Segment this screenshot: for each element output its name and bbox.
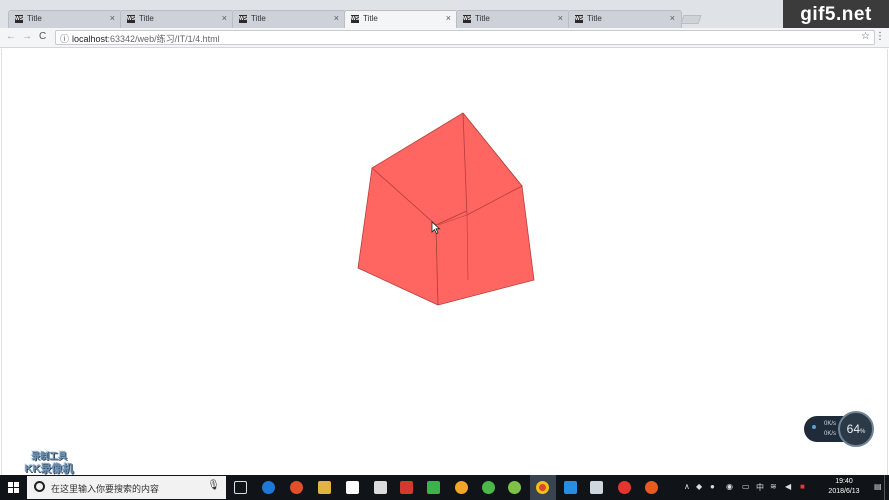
clock-date: 2018/6/13 <box>828 488 860 495</box>
close-icon[interactable]: × <box>222 13 227 23</box>
notification-icon[interactable]: ▤ <box>874 482 882 491</box>
microphone-icon[interactable]: 🎙 <box>207 480 220 491</box>
taskbar-search[interactable]: 在这里输入你要搜索的内容 🎙 <box>27 476 226 499</box>
forward-icon[interactable]: → <box>22 31 32 42</box>
tab-title: Title <box>475 14 490 23</box>
close-icon[interactable]: × <box>110 13 115 23</box>
screen: WS Title × WS Title × WS Title × WS Titl… <box>0 0 889 500</box>
new-tab-button[interactable] <box>680 15 702 24</box>
wechat-icon[interactable] <box>508 481 521 494</box>
network-icon[interactable]: ≋ <box>770 482 777 491</box>
tab-2[interactable]: WS Title × <box>120 10 234 28</box>
back-icon[interactable]: ← <box>6 31 16 42</box>
mail-icon[interactable] <box>374 481 387 494</box>
tab-1[interactable]: WS Title × <box>8 10 122 28</box>
tray-app-icon[interactable]: ◉ <box>726 482 733 491</box>
url-host: localhost <box>72 34 108 44</box>
taskbar: 在这里输入你要搜索的内容 🎙 ∧ ◆ ● ◉ ▭ 中 ≋ ◀ ■ 19:40 2… <box>0 475 889 500</box>
cortana-icon <box>34 481 45 492</box>
tab-title: Title <box>139 14 154 23</box>
webstorm-favicon-icon: WS <box>239 15 248 23</box>
chrome-icon[interactable] <box>536 481 549 494</box>
usage-percent: 64 <box>846 422 860 436</box>
cube-faces <box>357 112 535 306</box>
app-red-icon[interactable] <box>400 481 413 494</box>
usage-percent-unit: % <box>860 429 866 435</box>
watermark: gif5.net <box>783 0 889 30</box>
close-icon[interactable]: × <box>558 13 563 23</box>
recorder-stamp: 录制工具 KK录像机 <box>16 450 82 476</box>
address-bar[interactable]: ⓘ localhost:63342/web/练习/IT/1/4.html ☆ <box>55 30 875 45</box>
store-icon[interactable] <box>346 481 359 494</box>
webstorm-favicon-icon: WS <box>127 15 136 23</box>
browser-toolbar: ← → C ⓘ localhost:63342/web/练习/IT/1/4.ht… <box>0 28 889 48</box>
recorder-stamp-line1: 录制工具 <box>30 451 67 461</box>
webstorm-favicon-icon: WS <box>351 15 360 23</box>
search-placeholder: 在这里输入你要搜索的内容 <box>51 484 160 494</box>
app-orange-icon[interactable] <box>455 481 468 494</box>
app-recorder-icon[interactable] <box>645 481 658 494</box>
upload-speed: 0K/s <box>824 421 837 427</box>
download-speed: 0K/s <box>824 431 837 437</box>
url-text[interactable]: localhost:63342/web/练习/IT/1/4.html <box>72 32 220 45</box>
volume-icon[interactable]: ◀ <box>785 482 791 491</box>
rotating-cube <box>357 112 535 306</box>
windows-logo-icon <box>8 482 19 493</box>
edge-icon[interactable] <box>262 481 275 494</box>
tab-3[interactable]: WS Title × <box>232 10 346 28</box>
tray-app-icon[interactable]: ● <box>710 482 715 491</box>
tray-app-icon[interactable]: ■ <box>800 482 805 491</box>
ime-indicator[interactable]: 中 <box>756 482 764 493</box>
tab-title: Title <box>251 14 266 23</box>
show-desktop-button[interactable] <box>884 475 885 500</box>
bookmark-star-icon[interactable]: ☆ <box>861 31 870 42</box>
tray-app-icon[interactable]: ◆ <box>696 482 702 491</box>
tab-title: Title <box>363 14 378 23</box>
tab-6[interactable]: WS Title × <box>568 10 682 28</box>
app-blue-icon[interactable] <box>564 481 577 494</box>
webstorm-favicon-icon: WS <box>15 15 24 23</box>
url-path: :63342/web/练习/IT/1/4.html <box>107 34 220 44</box>
task-view-icon[interactable] <box>234 481 247 494</box>
webstorm-favicon-icon: WS <box>463 15 472 23</box>
tray-expand-icon[interactable]: ∧ <box>684 482 690 491</box>
speed-dot-icon <box>812 425 816 429</box>
battery-icon[interactable]: ▭ <box>742 482 750 491</box>
close-icon[interactable]: × <box>446 13 451 23</box>
browser-icon[interactable] <box>290 481 303 494</box>
recorder-stamp-line2: KK录像机 <box>24 463 74 475</box>
start-button[interactable] <box>0 475 26 500</box>
browser-menu-icon[interactable]: ⋮ <box>875 31 885 42</box>
app-netease-icon[interactable] <box>618 481 631 494</box>
tab-title: Title <box>27 14 42 23</box>
info-icon[interactable]: ⓘ <box>60 32 69 45</box>
tab-5[interactable]: WS Title × <box>456 10 570 28</box>
webstorm-favicon-icon: WS <box>575 15 584 23</box>
clock-time: 19:40 <box>835 478 853 485</box>
page-content: 录制工具 KK录像机 <box>1 49 888 475</box>
usage-gauge[interactable]: 64% <box>838 411 874 447</box>
taskbar-clock[interactable]: 19:40 2018/6/13 <box>818 477 870 497</box>
tab-strip: WS Title × WS Title × WS Title × WS Titl… <box>0 0 889 28</box>
reload-icon[interactable]: C <box>39 31 46 42</box>
app-green-icon[interactable] <box>482 481 495 494</box>
tab-title: Title <box>587 14 602 23</box>
file-explorer-icon[interactable] <box>318 481 331 494</box>
app-gray-icon[interactable] <box>590 481 603 494</box>
close-icon[interactable]: × <box>334 13 339 23</box>
tab-4-active[interactable]: WS Title × <box>344 10 458 28</box>
close-icon[interactable]: × <box>670 13 675 23</box>
play-store-icon[interactable] <box>427 481 440 494</box>
